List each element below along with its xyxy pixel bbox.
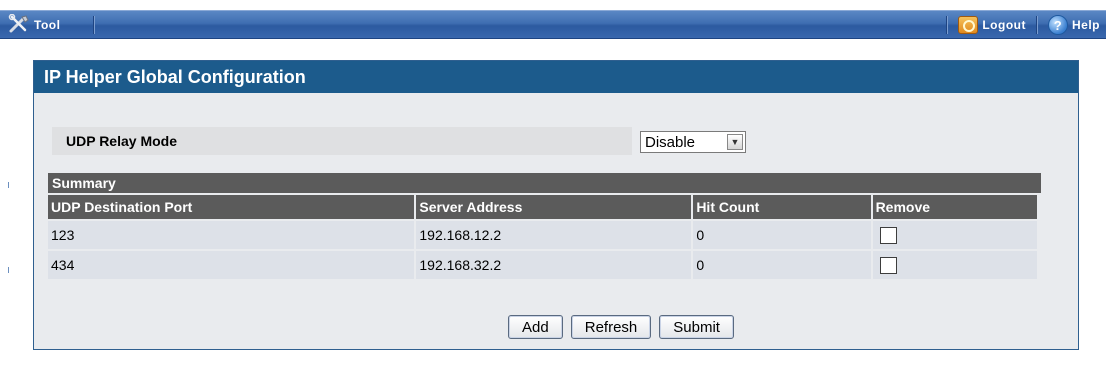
summary-table: UDP Destination Port Server Address Hit … bbox=[46, 193, 1039, 281]
udp-port-cell: 434 bbox=[48, 251, 415, 279]
table-row: 123 192.168.12.2 0 bbox=[48, 221, 1037, 249]
remove-cell bbox=[872, 251, 1037, 279]
toolbar-divider bbox=[93, 16, 95, 34]
logout-button[interactable]: Logout bbox=[958, 16, 1026, 34]
udp-relay-mode-value: Disable bbox=[645, 133, 696, 151]
ip-helper-panel: IP Helper Global Configuration UDP Relay… bbox=[33, 60, 1079, 350]
remove-checkbox[interactable] bbox=[879, 226, 897, 244]
help-button[interactable]: ? Help bbox=[1047, 15, 1100, 35]
summary-header: Summary bbox=[48, 173, 1041, 193]
table-row: 434 192.168.32.2 0 bbox=[48, 251, 1037, 279]
tool-menu[interactable]: Tool bbox=[8, 13, 61, 37]
chevron-down-icon[interactable]: ▼ bbox=[727, 134, 743, 150]
edge-mark bbox=[8, 267, 9, 273]
udp-relay-mode-select[interactable]: Disable ▼ bbox=[640, 131, 746, 153]
hit-count-cell: 0 bbox=[693, 251, 871, 279]
refresh-button[interactable]: Refresh bbox=[570, 315, 652, 339]
add-button[interactable]: Add bbox=[508, 315, 563, 339]
column-header-remove: Remove bbox=[872, 195, 1037, 219]
help-icon: ? bbox=[1047, 15, 1068, 35]
tool-label: Tool bbox=[34, 18, 61, 32]
remove-checkbox[interactable] bbox=[879, 256, 897, 274]
top-toolbar: Tool Logout ? Help bbox=[0, 10, 1106, 39]
tools-icon bbox=[8, 13, 30, 37]
edge-mark bbox=[8, 182, 9, 188]
toolbar-divider bbox=[946, 16, 949, 34]
toolbar-divider bbox=[1035, 16, 1038, 34]
server-address-cell: 192.168.32.2 bbox=[416, 251, 692, 279]
server-address-cell: 192.168.12.2 bbox=[416, 221, 692, 249]
logout-label: Logout bbox=[982, 18, 1026, 32]
column-header-server-address: Server Address bbox=[416, 195, 692, 219]
udp-port-cell: 123 bbox=[48, 221, 415, 249]
column-header-udp-destination-port: UDP Destination Port bbox=[48, 195, 415, 219]
action-buttons: Add Refresh Submit bbox=[34, 315, 1078, 339]
logout-icon bbox=[958, 16, 979, 34]
help-label: Help bbox=[1071, 18, 1100, 32]
submit-button[interactable]: Submit bbox=[659, 315, 734, 339]
udp-relay-mode-label: UDP Relay Mode bbox=[52, 127, 632, 155]
hit-count-cell: 0 bbox=[693, 221, 871, 249]
remove-cell bbox=[872, 221, 1037, 249]
column-header-hit-count: Hit Count bbox=[693, 195, 871, 219]
panel-title: IP Helper Global Configuration bbox=[34, 61, 1078, 93]
